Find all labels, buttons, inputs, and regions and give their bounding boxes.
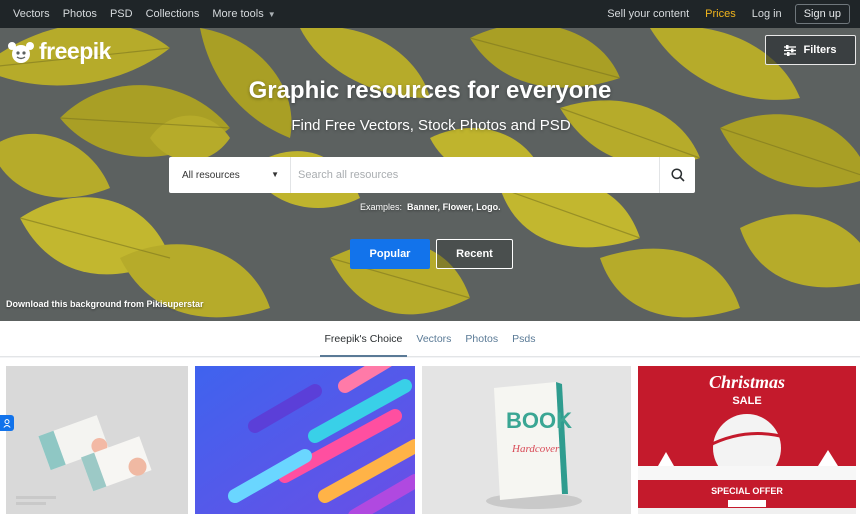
sell-content-link[interactable]: Sell your content [607,8,689,20]
page: Vectors Photos PSD Collections More tool… [0,0,860,514]
search-input[interactable] [291,157,659,193]
popular-button[interactable]: Popular [350,239,430,269]
chevron-down-icon: ▼ [271,170,279,179]
book-subtitle-text: Hardcover [511,443,560,455]
freepik-logo-icon [8,41,34,63]
tab-freepiks-choice[interactable]: Freepik's Choice [319,321,408,357]
resource-grid: BOOK Hardcover Christmas SALE SPECIAL OF… [0,358,860,514]
christmas-sale-text: SALE [732,395,761,407]
recent-button[interactable]: Recent [436,239,513,269]
tab-vectors[interactable]: Vectors [411,321,456,356]
thumbnail-business-cards[interactable] [6,366,188,514]
abstract-gradient-image [195,366,415,514]
nav-link-psd[interactable]: PSD [110,8,133,20]
tab-photos[interactable]: Photos [460,321,503,356]
page-subheadline: Find Free Vectors, Stock Photos and PSD [291,117,571,134]
page-headline: Graphic resources for everyone [248,77,612,104]
business-card-mockup-image [6,366,188,514]
nav-link-vectors[interactable]: Vectors [13,8,50,20]
feedback-tab-button[interactable] [0,415,14,431]
thumbnail-book-mockup[interactable]: BOOK Hardcover [422,366,631,514]
resource-type-select[interactable]: All resources ▼ [169,157,291,193]
nav-link-collections[interactable]: Collections [146,8,200,20]
special-offer-text: SPECIAL OFFER [711,486,783,496]
content-tabs: Freepik's Choice Vectors Photos Psds [0,321,860,357]
search-bar: All resources ▼ [169,157,695,193]
brand-name: freepik [39,38,111,64]
example-link-logo[interactable]: Logo. [476,202,501,212]
user-icon [3,418,11,428]
christmas-title-text: Christmas [709,372,785,392]
search-button[interactable] [659,157,695,193]
example-link-flower[interactable]: Flower, [443,202,474,212]
login-link[interactable]: Log in [752,8,782,20]
nav-link-photos[interactable]: Photos [63,8,97,20]
christmas-sale-image: Christmas SALE SPECIAL OFFER [638,366,856,514]
more-tools-menu[interactable]: More tools ▼ [212,8,275,20]
example-link-banner[interactable]: Banner, [407,202,440,212]
filters-button[interactable]: Filters [765,35,856,65]
examples-label: Examples: [360,202,403,212]
thumbnail-abstract-gradient[interactable] [195,366,415,514]
hero-banner: freepik Filters Graphic resources for ev… [0,28,860,321]
nav-links: Vectors Photos PSD Collections More tool… [0,8,289,20]
chevron-down-icon: ▼ [267,9,276,19]
background-credit-link[interactable]: Download this background from Pikisupers… [6,299,204,309]
prices-link[interactable]: Prices [705,8,736,20]
tab-psds[interactable]: Psds [507,321,540,356]
filters-label: Filters [803,44,837,56]
resource-type-value: All resources [182,169,240,181]
signup-button[interactable]: Sign up [794,4,850,24]
thumbnail-christmas-sale[interactable]: Christmas SALE SPECIAL OFFER [638,366,856,514]
top-navigation: Vectors Photos PSD Collections More tool… [0,0,860,28]
more-tools-label: More tools [212,8,264,20]
book-mockup-image: BOOK Hardcover [422,366,631,514]
freepik-logo[interactable]: freepik [6,38,111,65]
sliders-icon [784,44,797,56]
search-examples: Examples: Banner, Flower, Logo. [360,202,501,212]
search-icon [670,168,685,182]
nav-account: Sell your content Prices Log in Sign up [591,4,860,24]
book-title-text: BOOK [506,408,572,433]
